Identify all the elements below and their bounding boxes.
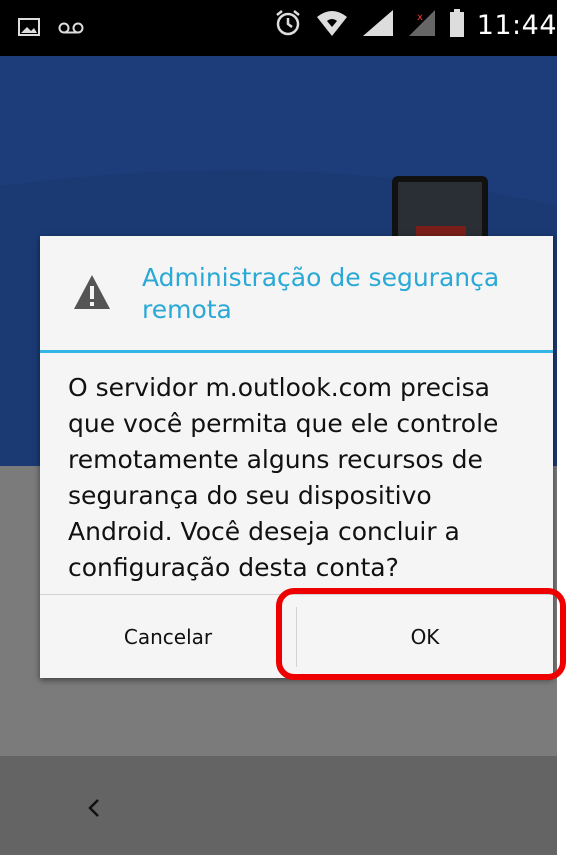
signal-no-service-icon: x [407, 8, 437, 42]
phone-screen: x 11:44 Administração de segurança remot… [0, 0, 557, 855]
back-chevron-icon [86, 797, 102, 823]
warning-icon [72, 272, 112, 312]
status-time: 11:44 [476, 9, 557, 41]
svg-text:x: x [417, 12, 423, 23]
title-divider [40, 350, 553, 353]
dialog-header: Administração de segurança remota [40, 236, 553, 350]
dialog-title: Administração de segurança remota [142, 263, 500, 324]
back-button[interactable] [74, 790, 114, 830]
ok-highlight-annotation [276, 588, 566, 680]
voicemail-icon [58, 20, 84, 39]
battery-icon [449, 8, 465, 42]
cancel-button[interactable]: Cancelar [40, 595, 296, 679]
image-icon [18, 18, 40, 40]
status-bar: x 11:44 [0, 0, 557, 56]
wifi-icon [315, 8, 349, 42]
alarm-icon [273, 8, 303, 42]
dialog-message: O servidor m.outlook.com precisa que voc… [68, 373, 499, 582]
signal-icon [361, 8, 395, 42]
